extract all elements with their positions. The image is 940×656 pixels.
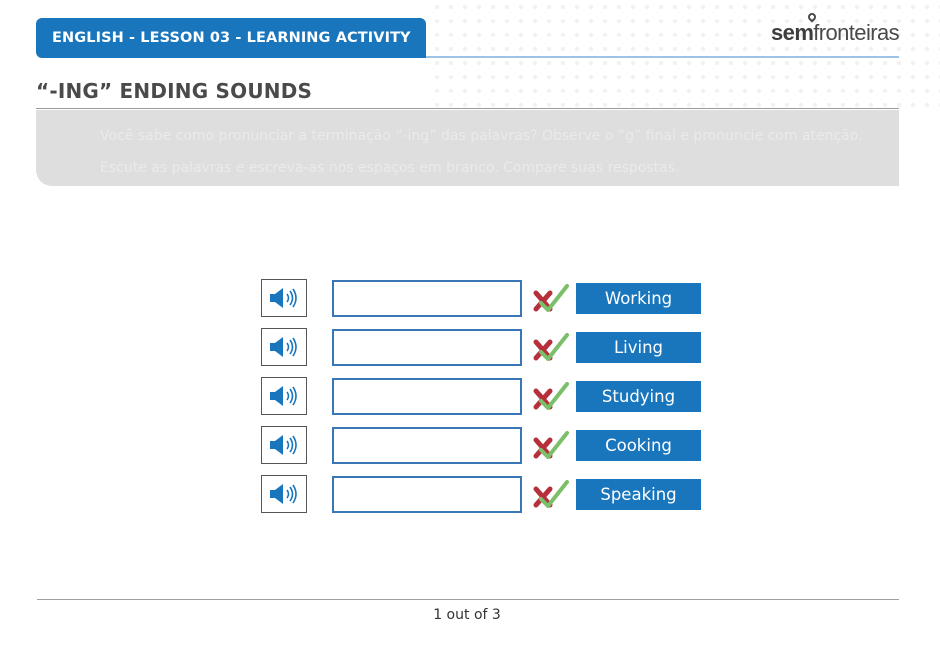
word-button-studying[interactable]: Studying: [576, 381, 701, 412]
feedback-icon: [533, 284, 569, 312]
play-audio-button[interactable]: [261, 328, 307, 366]
answer-input[interactable]: [332, 476, 522, 513]
answer-input[interactable]: [332, 427, 522, 464]
answer-input[interactable]: [332, 280, 522, 317]
word-button-working[interactable]: Working: [576, 283, 701, 314]
exercise-row: Studying: [261, 377, 701, 417]
speaker-icon: [270, 435, 297, 455]
lesson-header: ENGLISH - LESSON 03 - LEARNING ACTIVITY: [36, 18, 426, 58]
word-button-speaking[interactable]: Speaking: [576, 479, 701, 510]
feedback-icon: [533, 431, 569, 459]
play-audio-button[interactable]: [261, 475, 307, 513]
instruction-line: Você sabe como pronunciar a terminação “…: [100, 128, 863, 144]
page-title: “-ING” ENDING SOUNDS: [36, 79, 313, 103]
speaker-icon: [270, 288, 297, 308]
word-button-cooking[interactable]: Cooking: [576, 430, 701, 461]
play-audio-button[interactable]: [261, 426, 307, 464]
feedback-icon: [533, 382, 569, 410]
answer-input[interactable]: [332, 378, 522, 415]
speaker-icon: [270, 337, 297, 357]
logo-text-fronteiras: fronteiras: [813, 20, 899, 45]
feedback-icon: [533, 480, 569, 508]
logo-text-sem: sem: [771, 20, 814, 45]
speaker-icon: [270, 386, 297, 406]
exercise-row: Working: [261, 279, 701, 319]
answer-input[interactable]: [332, 329, 522, 366]
play-audio-button[interactable]: [261, 377, 307, 415]
instructions-panel: Você sabe como pronunciar a terminação “…: [36, 110, 899, 186]
speaker-icon: [270, 484, 297, 504]
page-indicator: 1 out of 3: [433, 607, 501, 623]
exercise-row: Cooking: [261, 426, 701, 466]
exercise-row: Living: [261, 328, 701, 368]
footer-divider: [37, 599, 899, 600]
title-divider: [36, 108, 899, 109]
exercise-row: Speaking: [261, 475, 701, 515]
logo: semfronteiras: [771, 11, 900, 46]
feedback-icon: [533, 333, 569, 361]
word-button-living[interactable]: Living: [576, 332, 701, 363]
play-audio-button[interactable]: [261, 279, 307, 317]
header-divider: [426, 56, 899, 58]
instruction-line: Escute as palavras e escreva-as nos espa…: [100, 160, 680, 176]
world-map-background: [430, 0, 940, 110]
